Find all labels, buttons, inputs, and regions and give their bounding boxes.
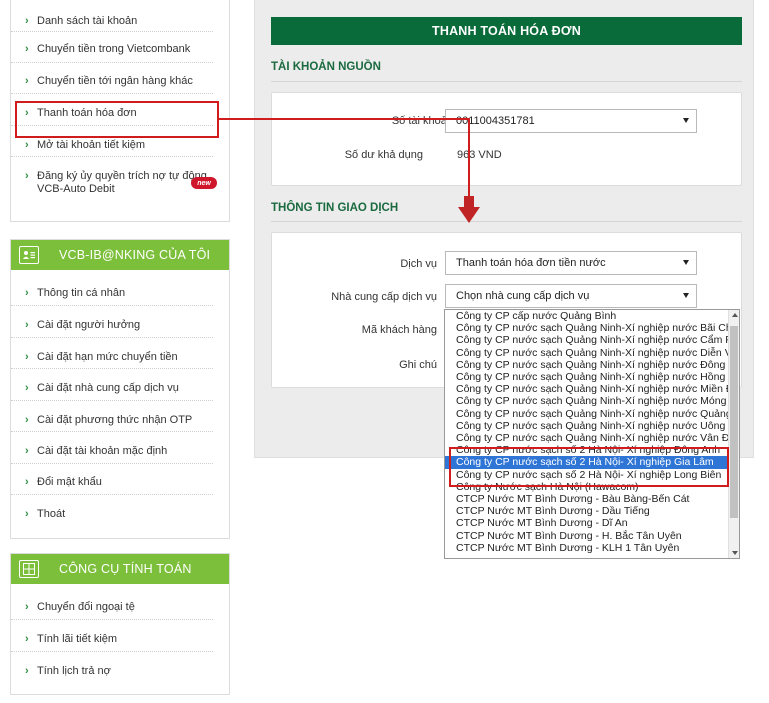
chevron-right-icon: › [25, 319, 29, 331]
calculation-tools-header: CÔNG CỤ TÍNH TOÁN [11, 554, 229, 584]
provider-option[interactable]: Công ty CP nước sạch Quảng Ninh-Xí nghiệ… [445, 371, 729, 383]
provider-option[interactable]: Công ty CP nước sạch Quảng Ninh-Xí nghiệ… [445, 395, 729, 407]
chevron-right-icon: › [25, 139, 29, 151]
chevron-right-icon: › [25, 601, 29, 613]
provider-option[interactable]: Công ty CP nước sạch Quảng Ninh-Xí nghiệ… [445, 432, 729, 444]
scrollbar-thumb[interactable] [730, 326, 738, 518]
menu-item-interbank-transfer[interactable]: › Chuyển tiền tới ngân hàng khác [11, 63, 213, 94]
chevron-right-icon: › [25, 665, 29, 677]
provider-option[interactable]: Công ty CP nước sạch Quảng Ninh-Xí nghiệ… [445, 420, 729, 432]
provider-option[interactable]: CTCP Nước MT Bình Dương - Bàu Bàng-Bến C… [445, 493, 729, 505]
available-balance-label: Số dư khả dụng [344, 149, 423, 161]
chevron-right-icon: › [25, 351, 29, 363]
menu-item-transfer-limit-settings[interactable]: › Cài đặt hạn mức chuyển tiền [11, 338, 213, 369]
provider-option[interactable]: CTCP Nước MT Bình Dương - Dầu Tiếng [445, 505, 729, 517]
provider-placeholder: Chọn nhà cung cấp dịch vụ [456, 290, 590, 302]
menu-item-savings-interest[interactable]: › Tính lãi tiết kiệm [11, 620, 213, 652]
menu-item-default-account-settings[interactable]: › Cài đặt tài khoản mặc định [11, 432, 213, 464]
dropdown-arrow-icon [683, 293, 689, 298]
provider-option[interactable]: Công ty CP nước sạch Quảng Ninh-Xí nghiệ… [445, 347, 729, 359]
menu-item-otp-settings[interactable]: › Cài đặt phương thức nhận OTP [11, 401, 213, 432]
menu-item-change-password[interactable]: › Đổi mật khẩu [11, 464, 213, 495]
chevron-right-icon: › [25, 445, 29, 457]
provider-option[interactable]: Công ty CP nước sạch Quảng Ninh-Xí nghiệ… [445, 322, 729, 334]
my-ibanking-header: VCB-IB@NKING CỦA TÔI [11, 240, 229, 270]
note-label: Ghi chú [399, 359, 437, 371]
account-number-label: Số tài khoản [391, 115, 453, 127]
provider-option[interactable]: Công ty CP cấp nước Quảng Bình [445, 310, 729, 322]
my-ibanking-panel: VCB-IB@NKING CỦA TÔI › Thông tin cá nhân… [10, 239, 230, 539]
chevron-right-icon: › [25, 414, 29, 426]
calculation-tools-title: CÔNG CỤ TÍNH TOÁN [59, 562, 192, 576]
menu-item-account-list[interactable]: › Danh sách tài khoản [11, 0, 213, 32]
provider-option[interactable]: CTCP Nước MT Bình Dương - Dĩ An [445, 517, 729, 529]
menu-item-personal-info[interactable]: › Thông tin cá nhân [11, 270, 213, 306]
highlight-hanoi-options [449, 447, 729, 487]
source-account-heading: TÀI KHOẢN NGUỒN [271, 61, 381, 73]
menu-item-internal-transfer[interactable]: › Chuyển tiền trong Vietcombank [11, 32, 213, 63]
service-label: Dịch vụ [400, 258, 437, 270]
dropdown-arrow-icon [683, 118, 689, 123]
highlight-bill-payment-menu [15, 101, 219, 138]
provider-option[interactable]: Công ty CP nước sạch Quảng Ninh-Xí nghiệ… [445, 359, 729, 371]
provider-option[interactable]: CTCP Nước MT Bình Dương - H. Bắc Tân Uyê… [445, 530, 729, 542]
chevron-right-icon: › [25, 287, 29, 299]
auto-debit-label-line1: Đăng ký ủy quyền trích nợ tự động [37, 170, 207, 182]
chevron-right-icon: › [25, 75, 29, 87]
menu-item-provider-settings[interactable]: › Cài đặt nhà cung cấp dịch vụ [11, 369, 213, 401]
chevron-right-icon: › [25, 633, 29, 645]
chevron-right-icon: › [25, 476, 29, 488]
provider-option[interactable]: Công ty CP nước sạch Quảng Ninh-Xí nghiệ… [445, 408, 729, 420]
page-title: THANH TOÁN HÓA ĐƠN [271, 17, 742, 45]
chevron-right-icon: › [25, 170, 29, 182]
provider-option[interactable]: CTCP Nước MT Bình Dương - KLH 1 Tân Uyên [445, 542, 729, 554]
dropdown-arrow-icon [683, 260, 689, 265]
available-balance-value: 963 VND [457, 149, 502, 161]
user-card-icon [19, 246, 39, 264]
annotation-arrow-head [458, 207, 480, 223]
calculator-icon [19, 560, 39, 578]
chevron-right-icon: › [25, 43, 29, 55]
menu-item-currency-converter[interactable]: › Chuyển đổi ngoại tệ [11, 584, 213, 620]
dropdown-scrollbar[interactable] [728, 310, 739, 558]
provider-label: Nhà cung cấp dịch vụ [331, 291, 437, 303]
chevron-right-icon: › [25, 382, 29, 394]
auto-debit-label-line2: VCB-Auto Debit [37, 183, 115, 195]
menu-item-beneficiary-settings[interactable]: › Cài đặt người hưởng [11, 306, 213, 338]
transaction-info-heading: THÔNG TIN GIAO DỊCH [271, 202, 399, 214]
scroll-down-arrow-icon[interactable] [731, 551, 738, 555]
customer-code-label: Mã khách hàng [361, 324, 437, 336]
service-select[interactable]: Thanh toán hóa đơn tiền nước [445, 251, 697, 275]
chevron-right-icon: › [25, 15, 29, 27]
source-account-box: Số tài khoản 0011004351781 Số dư khả dụn… [271, 92, 742, 186]
menu-item-repayment-schedule[interactable]: › Tính lịch trả nợ [11, 652, 213, 684]
calculation-tools-panel: CÔNG CỤ TÍNH TOÁN › Chuyển đổi ngoại tệ … [10, 553, 230, 695]
service-value: Thanh toán hóa đơn tiền nước [456, 257, 606, 269]
provider-option[interactable]: Công ty CP nước sạch Quảng Ninh-Xí nghiệ… [445, 334, 729, 346]
chevron-right-icon: › [25, 508, 29, 520]
provider-dropdown-list[interactable]: Công ty CP cấp nước Quảng Bình Công ty CP… [444, 309, 740, 559]
account-number-select[interactable]: 0011004351781 [445, 109, 697, 133]
provider-select[interactable]: Chọn nhà cung cấp dịch vụ [445, 284, 697, 308]
scroll-up-arrow-icon[interactable] [731, 313, 738, 317]
annotation-connector-line [219, 118, 469, 120]
menu-item-auto-debit[interactable]: › Đăng ký ủy quyền trích nợ tự động VCB-… [11, 157, 217, 209]
provider-option[interactable]: Công ty CP nước sạch Quảng Ninh-Xí nghiệ… [445, 383, 729, 395]
divider [271, 221, 742, 222]
menu-item-logout[interactable]: › Thoát [11, 495, 213, 528]
my-ibanking-title: VCB-IB@NKING CỦA TÔI [59, 248, 211, 262]
divider [271, 81, 742, 82]
new-badge: new [191, 177, 217, 189]
